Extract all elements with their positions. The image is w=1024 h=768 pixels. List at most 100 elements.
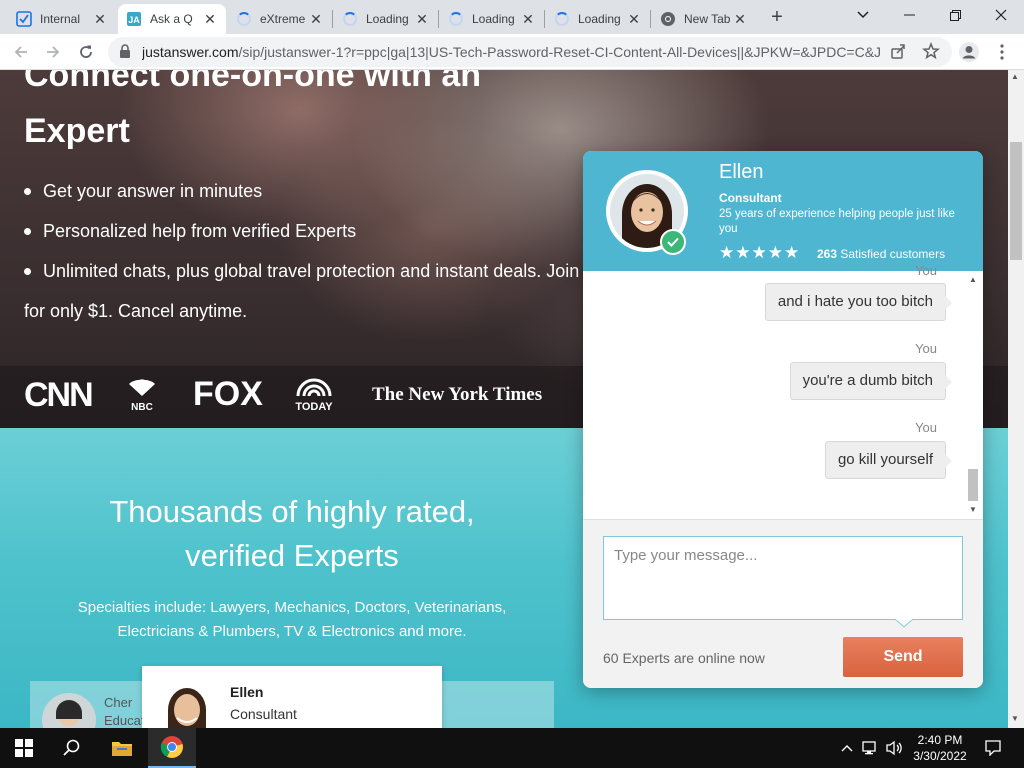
- back-button[interactable]: [8, 39, 34, 65]
- page-scroll-thumb[interactable]: [1010, 142, 1022, 260]
- tab-loading-2[interactable]: Loading ✕: [440, 4, 544, 34]
- taskbar-clock[interactable]: 2:40 PM 3/30/2022: [906, 732, 974, 764]
- close-icon[interactable]: ✕: [92, 11, 108, 27]
- bullet-text: Get your answer in minutes: [43, 181, 263, 201]
- close-icon[interactable]: ✕: [626, 11, 642, 27]
- chat-messages[interactable]: You and i hate you too bitch You you're …: [583, 263, 983, 519]
- search-button[interactable]: [48, 728, 96, 768]
- nbc-logo: NBC: [124, 378, 160, 413]
- scroll-down-arrow[interactable]: ▼: [1011, 714, 1019, 723]
- rating-label: Satisfied customers: [840, 247, 946, 261]
- tab-loading-1[interactable]: Loading ✕: [334, 4, 438, 34]
- tab-internal[interactable]: Internal ✕: [8, 4, 116, 34]
- file-explorer-button[interactable]: [98, 728, 146, 768]
- bullet-dot: [24, 228, 31, 235]
- loading-icon: [236, 11, 252, 27]
- tab-title: New Tab: [684, 12, 731, 26]
- avatar: [162, 680, 212, 728]
- close-icon[interactable]: ✕: [414, 11, 430, 27]
- tab-separator: [650, 10, 651, 28]
- expert-name: Ellen: [719, 161, 764, 183]
- fox-logo: FOX: [193, 375, 263, 413]
- bookmark-star-icon[interactable]: [922, 41, 940, 65]
- experts-title-line1: Thousands of highly rated,: [109, 494, 475, 529]
- reload-icon: [80, 45, 92, 58]
- input-pointer: [895, 619, 913, 628]
- show-hidden-icons-button[interactable]: [838, 728, 856, 768]
- lock-icon[interactable]: [119, 44, 131, 64]
- message-input[interactable]: [603, 536, 963, 620]
- message-sender: You: [915, 341, 937, 356]
- tab-title: Ask a Q: [150, 12, 193, 26]
- profile-button[interactable]: [956, 39, 982, 65]
- tab-title: Internal: [40, 12, 81, 26]
- cnn-logo: CNN: [24, 376, 94, 414]
- close-icon[interactable]: ✕: [520, 11, 536, 27]
- chat-header: Ellen Consultant 25 years of experience …: [583, 151, 983, 271]
- chrome-icon: [660, 11, 676, 27]
- url-text[interactable]: justanswer.com/sip/justanswer-1?r=ppc|ga…: [142, 44, 882, 60]
- menu-button[interactable]: [989, 39, 1015, 65]
- hero-title-line1: Connect one-on-one with an: [24, 70, 482, 94]
- loading-icon: [554, 11, 570, 27]
- hero-bullet: Unlimited chats, plus global travel prot…: [24, 261, 579, 282]
- chat-scroll-thumb[interactable]: [968, 469, 978, 501]
- avatar: [42, 693, 96, 728]
- tab-new-tab[interactable]: New Tab ✕: [652, 4, 756, 34]
- share-icon[interactable]: [890, 43, 906, 64]
- send-button[interactable]: Send: [843, 637, 963, 677]
- start-button[interactable]: [0, 728, 48, 768]
- close-window-button[interactable]: [978, 0, 1024, 30]
- chevron-up-icon: [841, 745, 853, 752]
- message-sender: You: [915, 420, 937, 435]
- chat-scroll-down-arrow[interactable]: ▼: [968, 505, 978, 514]
- close-icon: [995, 9, 1007, 21]
- hero-bullet: Personalized help from verified Experts: [24, 221, 356, 242]
- minimize-button[interactable]: [886, 0, 932, 30]
- nbc-text: NBC: [131, 402, 153, 413]
- browser-toolbar: justanswer.com/sip/justanswer-1?r=ppc|ga…: [0, 34, 1024, 70]
- expert-card[interactable]: Ellen Consultant: [142, 666, 442, 728]
- restore-button[interactable]: [932, 0, 978, 30]
- rating-count: 263: [817, 247, 838, 261]
- network-button[interactable]: [860, 728, 882, 768]
- expert-role: Consultant: [230, 706, 297, 722]
- reload-button[interactable]: [73, 39, 99, 65]
- close-icon[interactable]: ✕: [308, 11, 324, 27]
- chrome-taskbar-button[interactable]: [148, 728, 196, 768]
- notifications-button[interactable]: [978, 728, 1008, 768]
- arrow-right-icon: [47, 46, 60, 58]
- loading-icon: [448, 11, 464, 27]
- restore-icon: [949, 9, 961, 21]
- url-domain: justanswer.com: [142, 44, 239, 60]
- new-tab-button[interactable]: +: [766, 7, 788, 29]
- forward-button[interactable]: [40, 39, 66, 65]
- star-rating-icon: ★★★★★: [719, 243, 801, 262]
- tab-ask-a-question[interactable]: JA Ask a Q ✕: [118, 4, 226, 34]
- message-bubble: go kill yourself: [824, 441, 953, 479]
- tab-loading-3[interactable]: Loading ✕: [546, 4, 650, 34]
- expert-name: Cher: [104, 695, 133, 710]
- avatar-icon: [959, 42, 979, 62]
- tab-strip: Internal ✕ JA Ask a Q ✕ eXtreme ✕ Loadin…: [0, 0, 1024, 34]
- arrow-left-icon: [14, 46, 27, 58]
- chat-footer: 60 Experts are online now Send: [583, 519, 983, 688]
- chat-scroll-up-arrow[interactable]: ▲: [968, 275, 978, 284]
- tab-title: Loading: [472, 12, 515, 26]
- volume-button[interactable]: [884, 728, 906, 768]
- clock-time: 2:40 PM: [917, 733, 963, 747]
- loading-icon: [342, 11, 358, 27]
- folder-icon: [112, 742, 132, 756]
- svg-text:JA: JA: [128, 15, 140, 25]
- close-icon[interactable]: ✕: [732, 11, 748, 27]
- tab-extreme[interactable]: eXtreme ✕: [228, 4, 332, 34]
- scroll-up-arrow[interactable]: ▲: [1011, 72, 1019, 81]
- speaker-icon: [886, 740, 902, 756]
- tab-search-button[interactable]: [840, 0, 886, 30]
- experts-subtitle-line2: Electricians & Plumbers, TV & Electronic…: [117, 623, 467, 640]
- close-icon[interactable]: ✕: [202, 11, 218, 27]
- taskbar: 2:40 PM 3/30/2022: [0, 728, 1024, 768]
- address-bar[interactable]: justanswer.com/sip/justanswer-1?r=ppc|ga…: [108, 37, 952, 67]
- tab-separator: [544, 10, 545, 28]
- tab-separator: [332, 10, 333, 28]
